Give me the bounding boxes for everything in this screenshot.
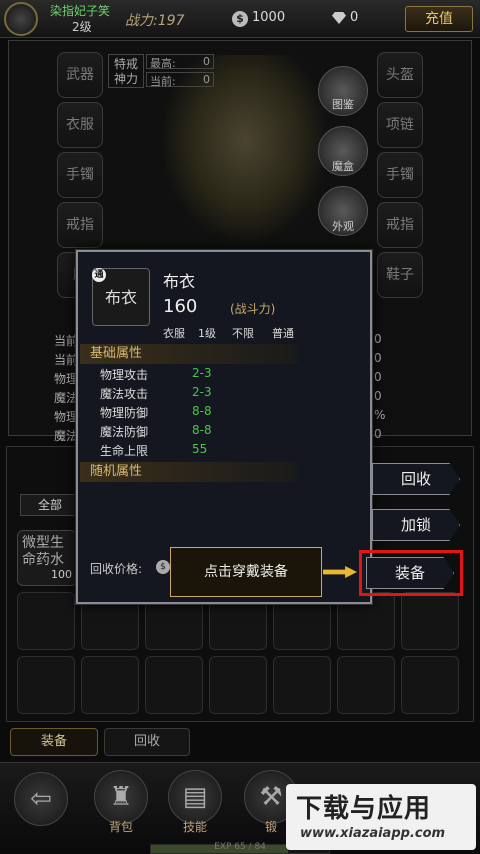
attr-value: 8-8 xyxy=(192,404,212,418)
attr-value: 8-8 xyxy=(192,423,212,437)
bag-slot[interactable] xyxy=(145,656,203,714)
bag-slot[interactable] xyxy=(401,656,459,714)
coin-icon: $ xyxy=(232,11,248,27)
attr-name: 魔法防御 xyxy=(100,425,149,439)
gem-count: 0 xyxy=(350,10,359,25)
guide-highlight-box xyxy=(359,550,463,596)
stat-value: 0 xyxy=(374,332,382,346)
item-level: 1级 xyxy=(198,327,216,340)
bag-item-potion[interactable]: 微型生命药水 100 xyxy=(17,530,77,586)
bag-item-count: 100 xyxy=(51,568,72,581)
back-arrow-icon[interactable]: ⇦ xyxy=(14,772,68,826)
watermark-title: 下载与应用 xyxy=(296,794,432,824)
bag-slot[interactable] xyxy=(17,592,75,650)
bag-slot[interactable] xyxy=(401,592,459,650)
book-icon[interactable]: ▤ xyxy=(168,770,222,824)
stat-value: 0 xyxy=(374,351,382,365)
stat-label: 物理 xyxy=(54,410,79,424)
max-stat-box: 最高: 0 xyxy=(146,54,214,70)
bag-slot[interactable] xyxy=(17,656,75,714)
guide-tooltip: 点击穿戴装备 xyxy=(170,547,322,597)
attr-name: 物理攻击 xyxy=(100,368,149,382)
combat-power: 战力:197 xyxy=(125,10,184,30)
power-value: 197 xyxy=(157,13,185,29)
slot-ring-left[interactable]: 戒指 xyxy=(57,202,103,248)
recharge-button[interactable]: 充值 xyxy=(405,6,473,32)
item-rarity: 普通 xyxy=(272,327,294,340)
watermark-url: www.xiazaiapp.com xyxy=(300,826,446,841)
stat-label: 魔法 xyxy=(54,391,79,405)
player-name: 染指妃子笑 xyxy=(50,4,111,18)
magic-box-label: 魔盒 xyxy=(332,160,354,173)
attr-name: 魔法攻击 xyxy=(100,387,149,401)
stat-value: 0 xyxy=(374,370,382,384)
slot-shoes[interactable]: 鞋子 xyxy=(377,252,423,298)
stat-label: 当前 xyxy=(54,353,79,367)
appearance-label: 外观 xyxy=(332,220,354,233)
quality-badge: 通 xyxy=(92,268,106,282)
current-stat-box: 当前: 0 xyxy=(146,72,214,88)
stat-label: 物理 xyxy=(54,372,79,386)
slot-weapon[interactable]: 武器 xyxy=(57,52,103,98)
bag-slot[interactable] xyxy=(273,656,331,714)
coin-count: 1000 xyxy=(252,10,286,25)
slot-necklace[interactable]: 项链 xyxy=(377,102,423,148)
slot-clothes[interactable]: 衣服 xyxy=(57,102,103,148)
nav-label-bag: 背包 xyxy=(108,820,133,834)
slot-ring-right[interactable]: 戒指 xyxy=(377,202,423,248)
bag-item-name: 微型生命药水 xyxy=(22,535,64,568)
item-power: 160 xyxy=(163,296,198,317)
recycle-button[interactable]: 回收 xyxy=(372,463,460,495)
coin-icon: $ xyxy=(156,560,170,574)
attr-value: 2-3 xyxy=(192,366,212,380)
lock-button[interactable]: 加锁 xyxy=(372,509,460,541)
equip-tab-button[interactable]: 装备 xyxy=(10,728,98,756)
max-value: 0 xyxy=(203,55,210,68)
power-label: 战力: xyxy=(125,13,158,29)
slot-bracelet-right[interactable]: 手镯 xyxy=(377,152,423,198)
bag-slot[interactable] xyxy=(337,656,395,714)
cur-label: 当前: xyxy=(150,75,176,88)
stat-value: % xyxy=(374,408,386,422)
stat-label: 魔法 xyxy=(54,429,79,443)
stat-value: 0 xyxy=(374,427,382,441)
nav-label-skill: 技能 xyxy=(182,820,207,834)
avatar[interactable] xyxy=(4,2,38,36)
bag-slot[interactable] xyxy=(81,656,139,714)
item-name: 布衣 xyxy=(163,272,196,291)
random-attr-header: 随机属性 xyxy=(80,462,298,482)
item-type: 衣服 xyxy=(163,327,185,340)
attr-name: 物理防御 xyxy=(100,406,149,420)
stat-label: 当前 xyxy=(54,334,79,348)
stat-value: 0 xyxy=(374,389,382,403)
slot-helmet[interactable]: 头盔 xyxy=(377,52,423,98)
recycle-tab-button[interactable]: 回收 xyxy=(104,728,190,756)
codex-label: 图鉴 xyxy=(332,98,354,111)
slot-bracelet-left[interactable]: 手镯 xyxy=(57,152,103,198)
attr-name: 生命上限 xyxy=(100,444,149,458)
attr-value: 2-3 xyxy=(192,385,212,399)
recycle-price-label: 回收价格: xyxy=(90,562,143,576)
base-attr-header: 基础属性 xyxy=(80,344,298,364)
tab-all[interactable]: 全部 xyxy=(20,494,80,516)
item-power-label: (战斗力) xyxy=(230,302,276,316)
item-class-req: 不限 xyxy=(232,327,254,340)
cur-value: 0 xyxy=(203,73,210,86)
bag-icon[interactable]: ♜ xyxy=(94,770,148,824)
bag-slot[interactable] xyxy=(209,656,267,714)
max-label: 最高: xyxy=(150,57,176,70)
player-level: 2级 xyxy=(72,20,92,34)
attr-value: 55 xyxy=(192,442,208,456)
divine-ring-label: 特戒 神力 xyxy=(108,54,144,88)
